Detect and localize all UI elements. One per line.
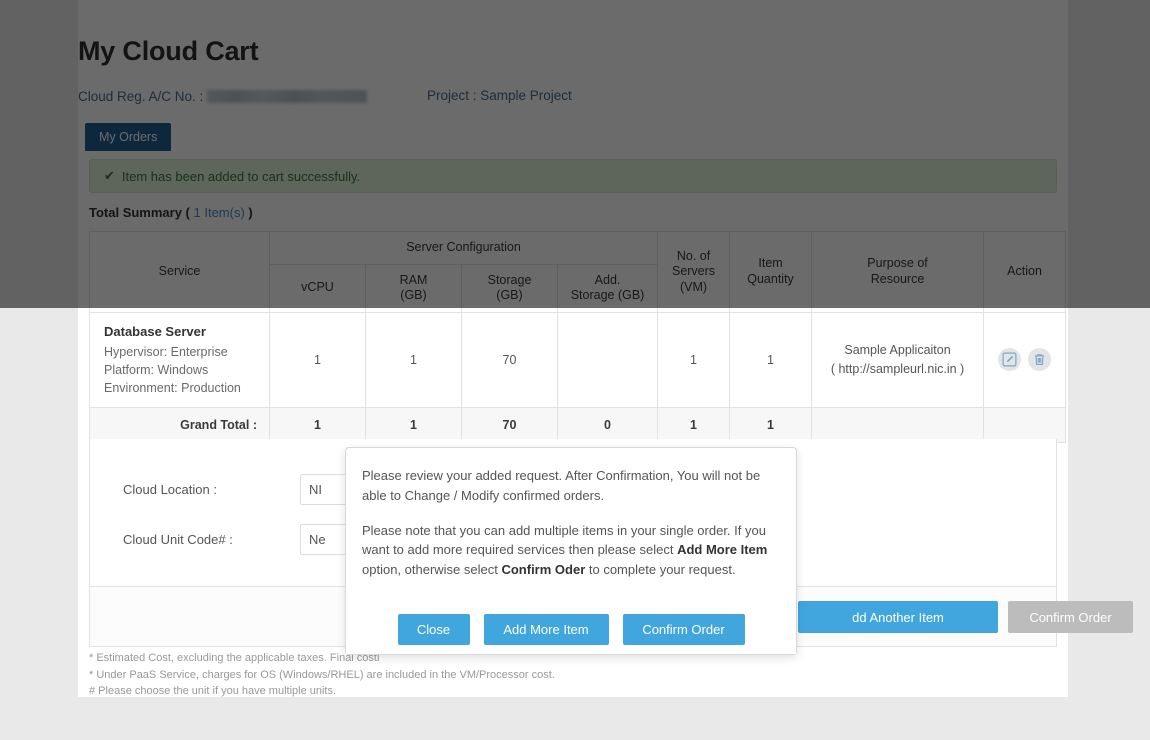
th-servers-line2: Servers (671, 264, 716, 279)
th-ram: RAM (GB) (365, 263, 462, 313)
cell-vcpu: 1 (269, 311, 366, 409)
th-purpose-line2: Resource (870, 271, 925, 286)
account-label: Cloud Reg. A/C No. : (78, 89, 204, 104)
footnotes: * Estimated Cost, excluding the applicab… (89, 650, 555, 700)
app-root: My Cloud Cart Cloud Reg. A/C No. : Proje… (0, 0, 1150, 740)
th-ram-line1: RAM (399, 272, 428, 287)
service-hypervisor: Hypervisor: Enterprise (104, 344, 228, 359)
purpose-name: Sample Applicaiton (844, 343, 951, 358)
modal-p2-bold-confirm-oder: Confirm Oder (501, 562, 586, 577)
th-purpose-line1: Purpose of (867, 256, 928, 271)
cell-purpose: Sample Applicaiton ( http://sampleurl.ni… (811, 311, 985, 409)
th-server-configuration: Server Configuration (268, 231, 659, 265)
grand-total-ram: 1 (365, 407, 462, 444)
th-add-storage: Add. Storage (GB) (556, 263, 659, 313)
th-purpose-of-resource: Purpose of Resource (811, 231, 985, 313)
cart-table: Service Server Configuration No. of Serv… (89, 231, 1067, 444)
cell-storage: 70 (461, 311, 558, 409)
modal-confirm-order-button[interactable]: Confirm Order (622, 613, 745, 645)
total-summary: Total Summary ( 1 Item(s) ) (89, 205, 253, 220)
grand-total-add-storage: 0 (556, 407, 659, 444)
grand-total-action (983, 407, 1067, 444)
table-row: Database Server Hypervisor: Enterprise P… (89, 311, 1067, 409)
cloud-unit-code-label: Cloud Unit Code# : (123, 532, 233, 547)
th-servers-line1: No. of (676, 248, 711, 263)
th-addstorage-line1: Add. (594, 272, 621, 287)
table-header-row-1: Service Server Configuration No. of Serv… (89, 231, 1067, 313)
confirm-order-button-disabled[interactable]: Confirm Order (1008, 601, 1133, 633)
modal-p2-part-b: option, otherwise select (362, 562, 502, 577)
th-item-quantity: Item Quantity (729, 231, 813, 313)
check-icon: ✔ (104, 168, 115, 183)
grand-total-label: Grand Total : (89, 407, 270, 444)
th-storage-line1: Storage (487, 272, 532, 287)
grand-total-purpose (811, 407, 985, 444)
th-no-of-servers: No. of Servers (VM) (657, 231, 731, 313)
footnote-2: * Under PaaS Service, charges for OS (Wi… (89, 668, 555, 681)
grand-total-row: Grand Total : 1 1 70 0 1 1 (89, 407, 1067, 444)
cell-ram: 1 (365, 311, 462, 409)
th-servers-line3: (VM) (679, 279, 708, 294)
service-platform: Platform: Windows (104, 362, 209, 377)
modal-paragraph-1: Please review your added request. After … (362, 468, 761, 503)
th-qty-line2: Quantity (747, 271, 794, 286)
th-service: Service (89, 231, 270, 313)
grand-total-vcpu: 1 (269, 407, 366, 444)
cell-servers: 1 (657, 311, 731, 409)
grand-total-quantity: 1 (729, 407, 813, 444)
th-storage-line2: (GB) (496, 288, 523, 303)
total-summary-label: Total Summary ( (89, 205, 190, 220)
tab-my-orders[interactable]: My Orders (85, 123, 172, 151)
edit-icon[interactable] (997, 348, 1021, 372)
page-title: My Cloud Cart (78, 36, 259, 66)
grand-total-storage: 70 (461, 407, 558, 444)
modal-body: Please review your added request. After … (346, 448, 796, 580)
delete-icon[interactable] (1028, 348, 1052, 372)
grand-total-servers: 1 (657, 407, 731, 444)
success-alert: ✔ Item has been added to cart successful… (89, 159, 1057, 193)
modal-p2-bold-add-more-item: Add More Item (677, 542, 768, 558)
cell-service: Database Server Hypervisor: Enterprise P… (89, 311, 270, 409)
cloud-location-label: Cloud Location : (123, 482, 217, 497)
alert-message: Item has been added to cart successfully… (121, 168, 361, 184)
modal-add-more-item-button[interactable]: Add More Item (483, 613, 609, 645)
cell-add-storage (556, 311, 659, 409)
service-environment: Environment: Production (104, 380, 241, 395)
th-storage: Storage (GB) (461, 263, 558, 313)
modal-p2-part-c: to complete your request. (585, 562, 736, 577)
cell-quantity: 1 (729, 311, 813, 409)
total-summary-count: 1 Item(s) (189, 205, 249, 220)
purpose-url: ( http://sampleurl.nic.in ) (830, 361, 965, 376)
add-another-item-button[interactable]: dd Another Item (798, 601, 998, 633)
total-summary-label-end: ) (248, 205, 253, 220)
th-addstorage-line2: Storage (GB) (570, 288, 645, 303)
th-vcpu: vCPU (269, 263, 366, 313)
th-ram-line2: (GB) (400, 288, 427, 303)
modal-paragraph-2: Please note that you can add multiple it… (362, 521, 780, 580)
modal-close-button[interactable]: Close (397, 613, 470, 645)
confirmation-modal: Please review your added request. After … (345, 447, 797, 655)
meta-row: Cloud Reg. A/C No. : Project : Sample Pr… (78, 88, 978, 108)
project-label: Project : Sample Project (427, 88, 572, 103)
cell-action (983, 311, 1067, 409)
footnote-3: # Please choose the unit if you have mul… (89, 685, 337, 698)
tab-bar: My Orders (85, 123, 172, 151)
service-name: Database Server (104, 323, 206, 339)
th-qty-line1: Item (758, 256, 783, 271)
modal-footer: Close Add More Item Confirm Order (346, 604, 796, 654)
account-number-redacted (207, 90, 368, 104)
th-action: Action (983, 231, 1067, 313)
